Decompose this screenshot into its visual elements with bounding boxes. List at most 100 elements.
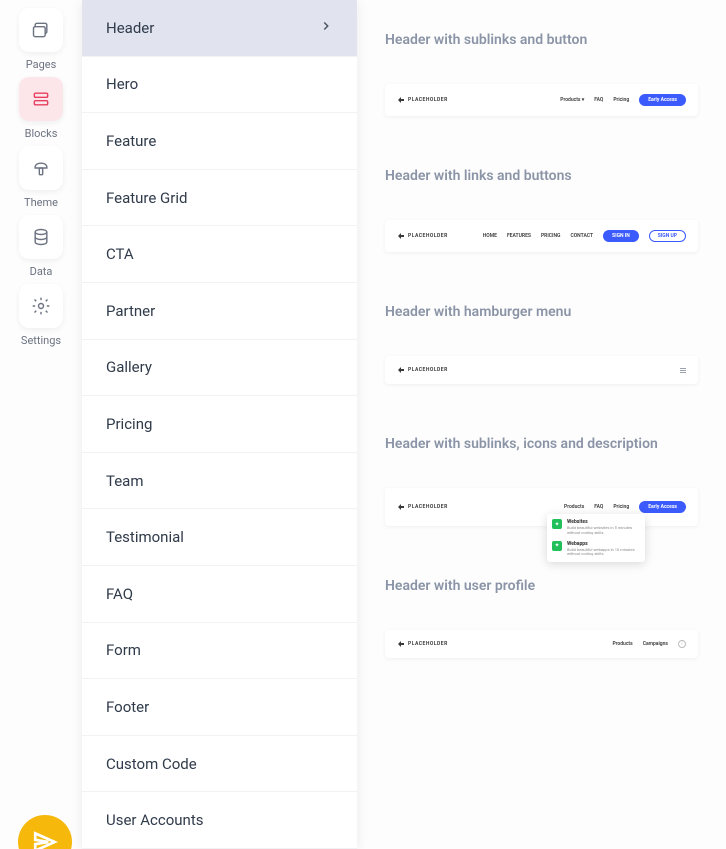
block-title: Header with hamburger menu xyxy=(385,304,698,320)
logo-text: PLACEHOLDER xyxy=(408,367,448,373)
category-label: Gallery xyxy=(106,358,152,376)
block-preview: PLACEHOLDER xyxy=(385,356,698,384)
blocks-icon xyxy=(19,77,63,121)
block-option[interactable]: Header with hamburger menu PLACEHOLDER xyxy=(357,272,726,404)
paper-plane-icon xyxy=(32,829,58,849)
category-partner[interactable]: Partner xyxy=(82,283,357,340)
block-preview: PLACEHOLDER Products Campaigns i xyxy=(385,630,698,658)
category-label: Pricing xyxy=(106,415,152,433)
logo: PLACEHOLDER xyxy=(397,366,448,374)
chevron-right-icon xyxy=(319,19,333,37)
block-option[interactable]: Header with links and buttons PLACEHOLDER… xyxy=(357,136,726,272)
logo-text: PLACEHOLDER xyxy=(408,233,448,239)
cta-button: Early Access xyxy=(639,94,686,106)
nav-link: FAQ xyxy=(594,504,603,510)
dropdown-item-title: Webapps xyxy=(567,541,640,547)
category-label: Testimonial xyxy=(106,528,184,546)
nav-link: Products xyxy=(612,641,632,647)
cta-button: Early Access xyxy=(639,501,686,513)
logo-text: PLACEHOLDER xyxy=(408,641,448,647)
block-option[interactable]: Header with sublinks, icons and descript… xyxy=(357,404,726,546)
category-label: Hero xyxy=(106,75,138,93)
nav-link: Products xyxy=(564,504,584,510)
category-label: CTA xyxy=(106,245,134,263)
logo-icon xyxy=(397,640,405,648)
nav-label: Theme xyxy=(24,196,58,209)
category-custom-code[interactable]: Custom Code xyxy=(82,736,357,793)
block-option[interactable]: Header with user profilePLACEHOLDERProdu… xyxy=(357,546,726,678)
data-icon xyxy=(19,215,63,259)
signup-button: SIGN UP xyxy=(649,230,686,242)
category-faq[interactable]: FAQ xyxy=(82,566,357,623)
block-preview: PLACEHOLDER Products ▾ FAQ Pricing Early Acc… xyxy=(385,84,698,116)
signin-button: SIGN IN xyxy=(603,230,639,242)
category-label: Feature Grid xyxy=(106,189,187,207)
category-testimonial[interactable]: Testimonial xyxy=(82,509,357,566)
settings-icon xyxy=(19,284,63,328)
nav-item-pages[interactable]: Pages xyxy=(19,8,63,71)
logo: PLACEHOLDER xyxy=(397,640,448,648)
chevron-down-icon: ▾ xyxy=(582,97,585,103)
block-title: Header with links and buttons xyxy=(385,168,698,184)
theme-icon xyxy=(19,146,63,190)
nav-item-theme[interactable]: Theme xyxy=(19,146,63,209)
nav-link: Campaigns xyxy=(643,641,668,647)
category-pricing[interactable]: Pricing xyxy=(82,396,357,453)
category-label: Form xyxy=(106,641,141,659)
block-list: Header with sublinks and button PLACEHOLD… xyxy=(357,0,726,849)
user-profile-icon: i xyxy=(678,640,686,648)
nav-link: HOME xyxy=(483,233,497,239)
logo-icon xyxy=(397,96,405,104)
category-feature[interactable]: Feature xyxy=(82,113,357,170)
nav-link: Products ▾ xyxy=(560,97,584,103)
category-label: Partner xyxy=(106,302,155,320)
nav-link: Pricing xyxy=(613,97,629,103)
category-header[interactable]: Header xyxy=(82,0,357,57)
block-option[interactable]: Header with sublinks and button PLACEHOLD… xyxy=(357,0,726,136)
category-label: Custom Code xyxy=(106,755,197,773)
category-label: FAQ xyxy=(106,585,133,603)
category-team[interactable]: Team xyxy=(82,453,357,510)
nav-link: PRICING xyxy=(541,233,560,239)
nav-item-blocks[interactable]: Blocks xyxy=(19,77,63,140)
category-form[interactable]: Form xyxy=(82,623,357,680)
category-label: Feature xyxy=(106,132,156,150)
logo: PLACEHOLDER xyxy=(397,96,448,104)
category-label: Header xyxy=(106,19,154,37)
logo-icon xyxy=(397,366,405,374)
dropdown-item: ✦WebappsBuild beautiful webapps in 10 mi… xyxy=(552,541,640,558)
category-label: User Accounts xyxy=(106,811,203,829)
nav-item-settings[interactable]: Settings xyxy=(19,284,63,347)
dropdown-item-desc: Build beautiful websites in 5 minutes wi… xyxy=(567,526,640,536)
category-feature-grid[interactable]: Feature Grid xyxy=(82,170,357,227)
logo: PLACEHOLDER xyxy=(397,503,448,511)
dropdown-item: ✦WebsitesBuild beautiful websites in 5 m… xyxy=(552,519,640,536)
logo-icon xyxy=(397,503,405,511)
dropdown-menu: ✦WebsitesBuild beautiful websites in 5 m… xyxy=(547,514,645,562)
category-panel: Header Hero Feature Feature Grid CTA Partner G… xyxy=(82,0,357,849)
nav-item-data[interactable]: Data xyxy=(19,215,63,278)
nav-label: Blocks xyxy=(25,127,58,140)
block-preview: PLACEHOLDER HOME FEATURES PRICING CONTACT SIG… xyxy=(385,220,698,252)
category-gallery[interactable]: Gallery xyxy=(82,340,357,397)
dropdown-item-desc: Build beautiful webapps in 10 minutes wi… xyxy=(567,548,640,558)
logo: PLACEHOLDER xyxy=(397,232,448,240)
nav-link: FAQ xyxy=(594,97,603,103)
nav-link: FEATURES xyxy=(507,233,531,239)
nav-link: CONTACT xyxy=(570,233,593,239)
nav-label: Settings xyxy=(21,334,61,347)
pages-icon xyxy=(19,8,63,52)
category-footer[interactable]: Footer xyxy=(82,679,357,736)
block-title: Header with sublinks and button xyxy=(385,32,698,48)
category-hero[interactable]: Hero xyxy=(82,57,357,114)
nav-label: Pages xyxy=(26,58,57,71)
block-title: Header with sublinks, icons and descript… xyxy=(385,436,698,452)
category-cta[interactable]: CTA xyxy=(82,226,357,283)
logo-text: PLACEHOLDER xyxy=(408,504,448,510)
category-user-accounts[interactable]: User Accounts xyxy=(82,792,357,849)
logo-icon xyxy=(397,232,405,240)
category-label: Footer xyxy=(106,698,149,716)
block-preview: PLACEHOLDER Products FAQ Pricing Early Acces… xyxy=(385,488,698,526)
nav-link: Pricing xyxy=(613,504,629,510)
category-label: Team xyxy=(106,472,144,490)
